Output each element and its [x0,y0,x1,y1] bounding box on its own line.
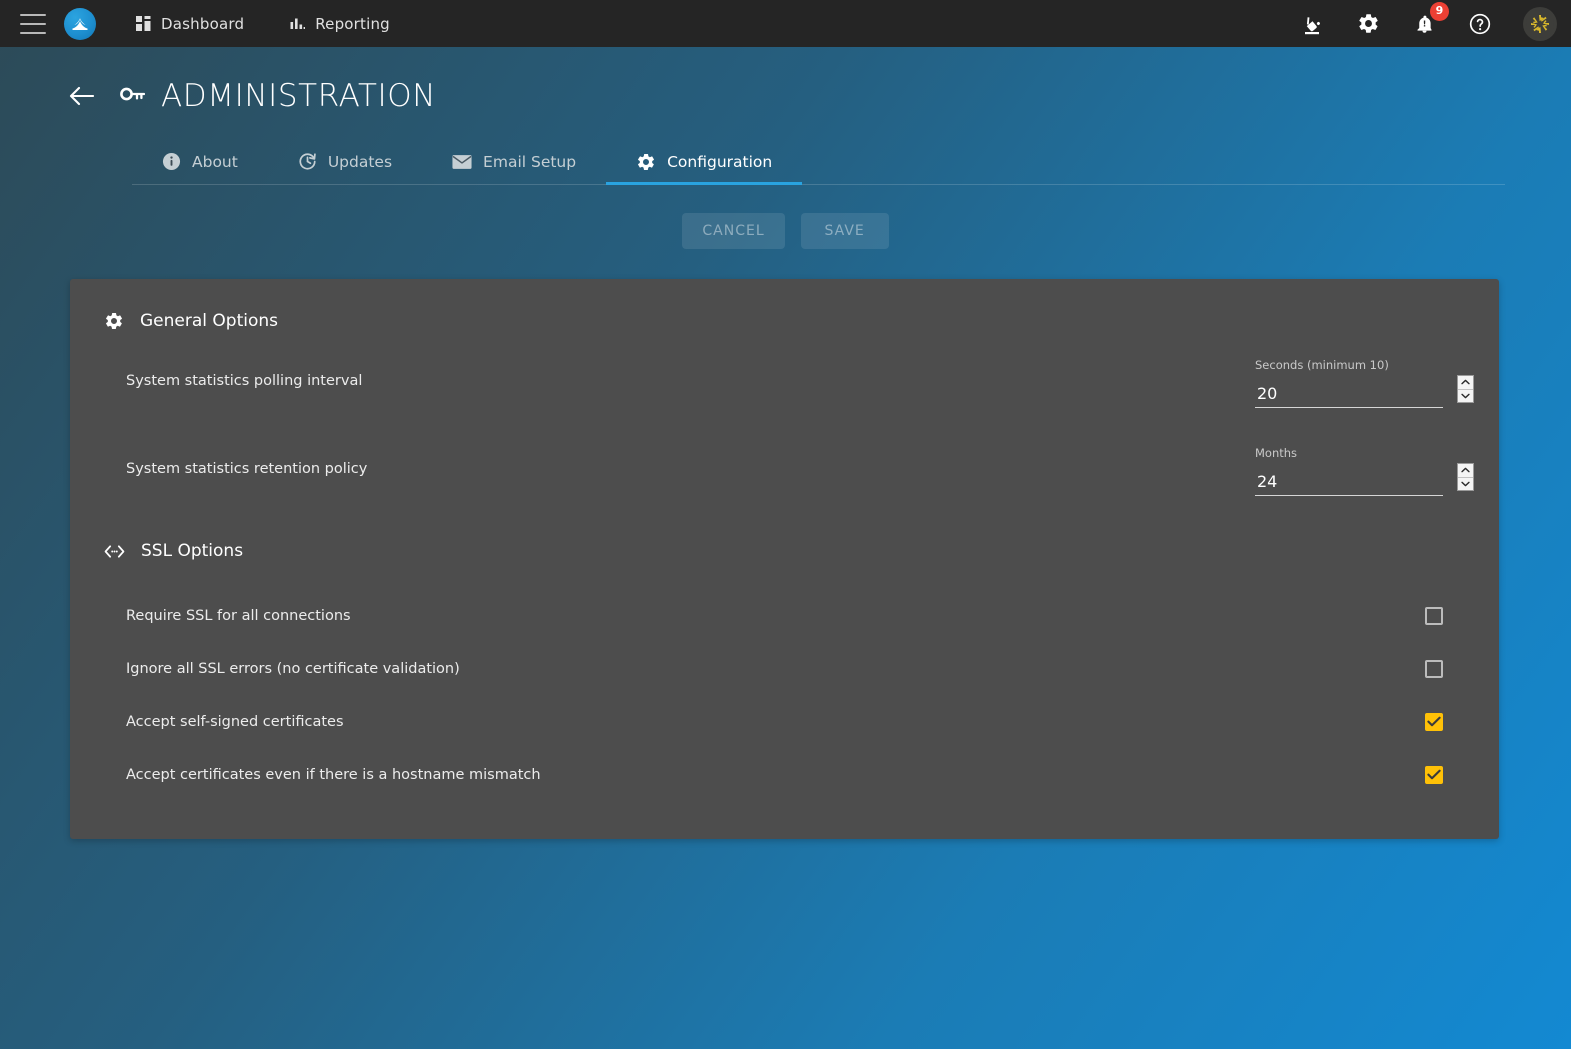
row-accept-hostname-mismatch: Accept certificates even if there is a h… [104,748,1465,801]
checkbox-ignore-ssl-errors[interactable] [1425,659,1443,678]
refresh-clock-icon [298,152,317,171]
tab-updates[interactable]: Updates [268,141,422,185]
retention-policy-input[interactable] [1255,472,1457,492]
tab-email-setup[interactable]: Email Setup [422,141,606,185]
hamburger-bar [20,22,46,25]
tab-configuration[interactable]: Configuration [606,141,803,185]
envelope-icon [452,154,472,170]
key-icon [120,85,146,107]
notification-badge: 9 [1430,1,1449,21]
nav-item-dashboard[interactable]: Dashboard [136,15,244,33]
section-title-ssl-options: SSL Options [141,541,244,561]
tab-about[interactable]: About [132,141,268,185]
stepper-up-icon[interactable] [1458,464,1473,478]
nav-item-reporting[interactable]: Reporting [290,15,390,33]
row-label-accept-hostname-mismatch: Accept certificates even if there is a h… [126,766,541,783]
page-title-group: ADMINISTRATION [120,78,436,114]
row-label-ignore-ssl-errors: Ignore all SSL errors (no certificate va… [126,660,460,677]
bar-chart-icon [290,17,306,31]
nav-item-reporting-label: Reporting [315,14,390,33]
app-logo-icon[interactable] [64,7,96,40]
svg-text:!: ! [1422,19,1426,28]
ssl-spacer [104,561,1465,583]
row-label-accept-self-signed: Accept self-signed certificates [126,713,344,730]
polling-interval-input-wrap [1255,375,1474,408]
stepper-down-icon[interactable] [1458,478,1473,491]
info-circle-icon [162,152,181,171]
help-circle-icon[interactable] [1467,11,1493,37]
tab-updates-label: Updates [327,152,393,171]
checkbox-require-ssl[interactable] [1425,606,1443,625]
theme-paint-icon[interactable] [1299,11,1325,37]
cancel-button[interactable]: CANCEL [682,213,785,249]
admin-tabs: About Updates Email Setup Configuration [132,141,1505,185]
row-ignore-ssl-errors: Ignore all SSL errors (no certificate va… [104,642,1465,695]
stepper-up-icon[interactable] [1458,376,1473,390]
polling-interval-field: Seconds (minimum 10) [1255,354,1474,408]
save-button[interactable]: SAVE [800,213,889,249]
polling-interval-field-label: Seconds (minimum 10) [1255,358,1389,372]
retention-policy-input-wrap [1255,463,1474,496]
hamburger-icon[interactable] [20,13,46,34]
user-avatar-identicon[interactable] [1523,6,1557,41]
section-title-general-options: General Options [140,311,278,331]
retention-policy-field: Months [1255,442,1474,496]
top-navigation-bar: Dashboard Reporting ! 9 [0,0,1571,47]
form-actions: CANCEL SAVE [0,213,1571,249]
primary-nav: Dashboard Reporting [136,15,390,33]
section-header-general-options: General Options [104,305,1465,331]
nav-item-dashboard-label: Dashboard [161,14,245,33]
row-accept-self-signed: Accept self-signed certificates [104,695,1465,748]
general-options-rows: System statistics polling interval Secon… [104,337,1474,513]
gear-icon [636,152,656,172]
row-polling-interval: System statistics polling interval Secon… [104,337,1474,425]
section-header-ssl-options: SSL Options [104,535,1465,561]
row-retention-policy: System statistics retention policy Month… [104,425,1474,513]
notifications-bell-icon[interactable]: ! 9 [1411,1,1449,37]
checkbox-accept-hostname-mismatch[interactable] [1425,765,1443,784]
tab-configuration-label: Configuration [667,152,773,171]
stepper-down-icon[interactable] [1458,390,1473,403]
configuration-panel: General Options System statistics pollin… [70,279,1499,839]
row-label-require-ssl: Require SSL for all connections [126,607,351,624]
checkbox-accept-self-signed[interactable] [1425,712,1443,731]
gear-icon [104,311,124,331]
retention-policy-field-label: Months [1255,446,1298,460]
topbar-actions: ! 9 [1299,1,1557,41]
page-title-row: ADMINISTRATION [68,69,1571,123]
tab-about-label: About [192,152,238,171]
polling-interval-input[interactable] [1255,384,1457,404]
hamburger-bar [20,13,46,16]
ssl-options-rows: Require SSL for all connections Ignore a… [104,589,1465,801]
gear-icon[interactable] [1355,11,1381,37]
hamburger-bar [20,31,46,34]
page-header: ADMINISTRATION About Updates Email Setup… [0,47,1571,185]
dashboard-grid-icon [136,16,151,31]
row-require-ssl: Require SSL for all connections [104,589,1465,642]
row-label-polling-interval: System statistics polling interval [126,373,363,389]
page-title: ADMINISTRATION [161,78,437,114]
tab-email-setup-label: Email Setup [483,152,577,171]
row-label-retention-policy: System statistics retention policy [126,461,368,477]
back-arrow-icon[interactable] [68,85,94,107]
code-brackets-icon [104,544,125,559]
polling-interval-stepper[interactable] [1457,375,1474,403]
retention-policy-stepper[interactable] [1457,463,1474,491]
